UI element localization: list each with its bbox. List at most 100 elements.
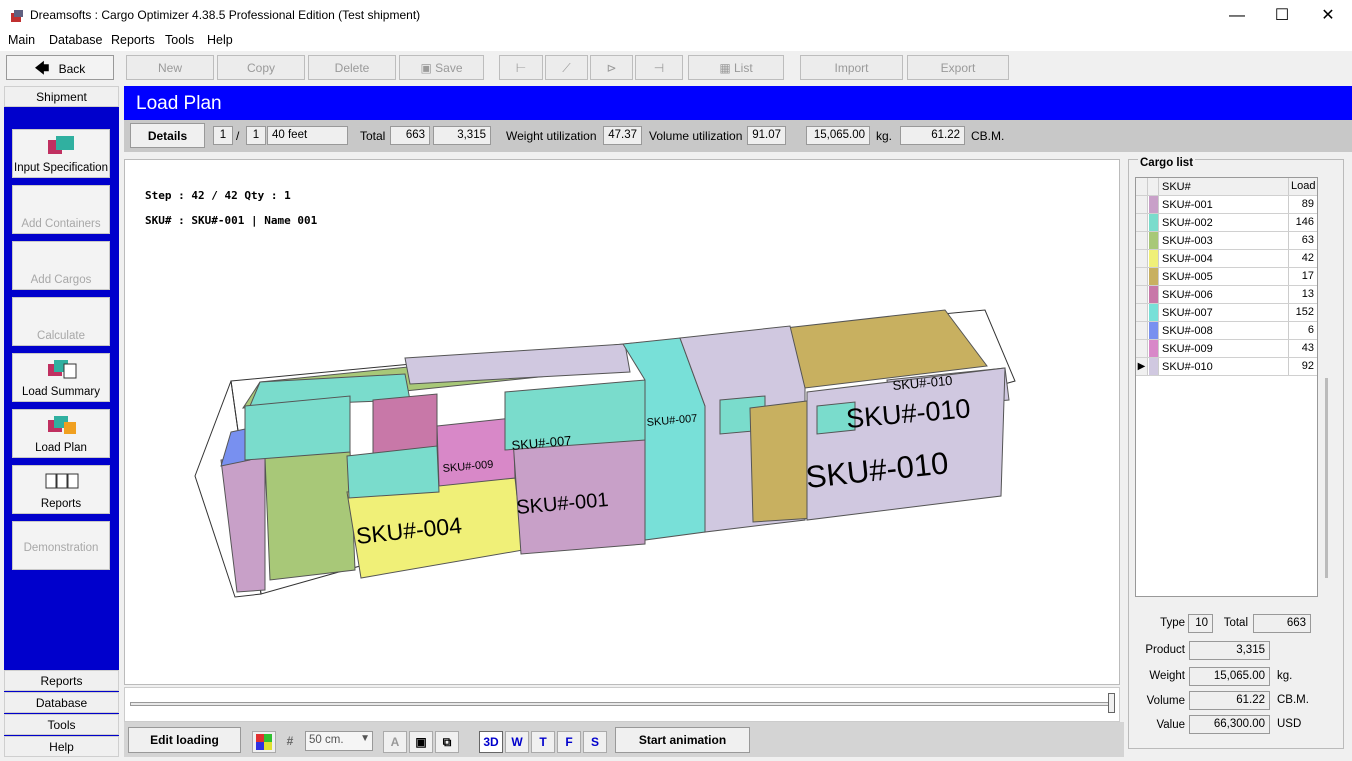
nav-add-cargos-button[interactable]: Add Cargos xyxy=(12,241,110,290)
menu-main[interactable]: Main xyxy=(8,33,35,47)
nav-section-database[interactable]: Database xyxy=(4,692,119,713)
load-summary-icon xyxy=(48,360,77,379)
row-selector[interactable] xyxy=(1136,196,1148,213)
view-front-button[interactable]: F xyxy=(557,731,581,753)
copy-icon: ⧉ xyxy=(442,735,452,749)
row-selector[interactable] xyxy=(1136,286,1148,303)
maximize-button[interactable]: ☐ xyxy=(1259,0,1305,31)
row-selector[interactable] xyxy=(1136,268,1148,285)
row-selector[interactable]: ▶ xyxy=(1136,358,1148,375)
row-color-swatch xyxy=(1149,304,1159,321)
view-3d-button[interactable]: 3D xyxy=(479,731,503,753)
value-field: 66,300.00 xyxy=(1189,715,1270,734)
nav-label: Load Summary xyxy=(22,386,100,398)
row-selector[interactable] xyxy=(1136,304,1148,321)
list-button[interactable]: ▦ List xyxy=(688,55,784,80)
table-row[interactable]: SKU#-005 17 xyxy=(1136,268,1317,286)
nav-calculate-button[interactable]: Calculate xyxy=(12,297,110,346)
next-record-button[interactable]: ⊳ xyxy=(590,55,633,80)
nav-input-specification-button[interactable]: Input Specification xyxy=(12,129,110,178)
close-button[interactable]: ✕ xyxy=(1305,0,1351,31)
row-selector[interactable] xyxy=(1136,322,1148,339)
header-sku: SKU# xyxy=(1162,181,1191,193)
table-row[interactable]: SKU#-002 146 xyxy=(1136,214,1317,232)
disk-icon: ▣ xyxy=(420,61,432,75)
status-bar xyxy=(0,757,1352,761)
nav-reports-button[interactable]: Reports xyxy=(12,465,110,514)
volume-field: 61.22 xyxy=(900,126,965,145)
minimize-button[interactable]: — xyxy=(1214,0,1260,31)
nav-label: Calculate xyxy=(37,330,85,342)
row-selector[interactable] xyxy=(1136,340,1148,357)
volume-utilization-field: 91.07 xyxy=(747,126,786,145)
weight-label-right: Weight xyxy=(1149,670,1185,682)
menu-database[interactable]: Database xyxy=(49,33,103,47)
nav-add-containers-button[interactable]: Add Containers xyxy=(12,185,110,234)
last-record-button[interactable]: ⊣ xyxy=(635,55,683,80)
header-selector xyxy=(1136,178,1148,195)
slider-thumb[interactable] xyxy=(1108,693,1115,713)
nav-section-shipment[interactable]: Shipment xyxy=(4,86,119,107)
weight-unit: kg. xyxy=(876,129,893,143)
row-selector[interactable] xyxy=(1136,232,1148,249)
container-index-field[interactable]: 1 xyxy=(213,126,233,145)
load-plan-3d-view[interactable]: Step : 42 / 42 Qty : 1 SKU# : SKU#-001 |… xyxy=(124,159,1120,685)
back-button[interactable]: 🡄 Back xyxy=(6,55,114,80)
table-row[interactable]: SKU#-007 152 xyxy=(1136,304,1317,322)
last-icon: ⊣ xyxy=(653,61,665,75)
view-top-button[interactable]: T xyxy=(531,731,555,753)
nav-section-help[interactable]: Help xyxy=(4,736,119,757)
nav-section-tools[interactable]: Tools xyxy=(4,714,119,735)
table-row[interactable]: ▶ SKU#-010 92 xyxy=(1136,358,1317,376)
menu-tools[interactable]: Tools xyxy=(165,33,194,47)
step-slider[interactable] xyxy=(124,687,1120,722)
menu-reports[interactable]: Reports xyxy=(111,33,155,47)
export-button[interactable]: Export xyxy=(907,55,1009,80)
row-load: 63 xyxy=(1288,232,1317,249)
copy-button[interactable]: Copy xyxy=(217,55,305,80)
total-label: Total xyxy=(360,129,386,143)
first-record-button[interactable]: ⊢ xyxy=(499,55,543,80)
previous-record-button[interactable]: ⟋ xyxy=(545,55,588,80)
table-row[interactable]: SKU#-001 89 xyxy=(1136,196,1317,214)
row-selector[interactable] xyxy=(1136,214,1148,231)
copy-image-button[interactable]: ⧉ xyxy=(435,731,459,753)
row-selector[interactable] xyxy=(1136,250,1148,267)
list-scrollbar[interactable] xyxy=(1325,378,1328,578)
delete-button[interactable]: Delete xyxy=(308,55,396,80)
start-animation-button[interactable]: Start animation xyxy=(615,727,750,753)
nav-label: Demonstration xyxy=(23,542,99,554)
import-button[interactable]: Import xyxy=(800,55,903,80)
save-button[interactable]: ▣ Save xyxy=(399,55,484,80)
table-row[interactable]: SKU#-004 42 xyxy=(1136,250,1317,268)
table-row[interactable]: SKU#-009 43 xyxy=(1136,340,1317,358)
total-product-field: 3,315 xyxy=(433,126,491,145)
volume-unit: CB.M. xyxy=(971,129,1005,143)
view-side-button[interactable]: S xyxy=(583,731,607,753)
new-button[interactable]: New xyxy=(126,55,214,80)
cargo-list-table[interactable]: SKU# Load SKU#-001 89 SKU#-002 146 SKU#-003 6… xyxy=(1135,177,1328,597)
color-palette-button[interactable] xyxy=(252,731,276,753)
grid-size-select[interactable]: 50 cm. ▼ xyxy=(305,731,373,751)
row-load: 17 xyxy=(1288,268,1317,285)
nav-load-summary-button[interactable]: Load Summary xyxy=(12,353,110,402)
grid-toggle-button[interactable]: # xyxy=(278,731,302,753)
nav-section-reports[interactable]: Reports xyxy=(4,670,119,691)
details-button[interactable]: Details xyxy=(130,123,205,148)
edit-loading-button[interactable]: Edit loading xyxy=(128,727,241,753)
text-label-button[interactable]: A xyxy=(383,731,407,753)
nav-demonstration-button[interactable]: Demonstration xyxy=(12,521,110,570)
save-image-button[interactable]: ▣ xyxy=(409,731,433,753)
view-width-button[interactable]: W xyxy=(505,731,529,753)
arrow-left-icon: 🡄 xyxy=(34,60,50,76)
grid-icon: # xyxy=(286,734,294,748)
row-color-swatch xyxy=(1149,250,1159,267)
table-row[interactable]: SKU#-008 6 xyxy=(1136,322,1317,340)
menu-help[interactable]: Help xyxy=(207,33,233,47)
table-row[interactable]: SKU#-003 63 xyxy=(1136,232,1317,250)
table-row[interactable]: SKU#-006 13 xyxy=(1136,286,1317,304)
nav-load-plan-button[interactable]: Load Plan xyxy=(12,409,110,458)
row-color-swatch xyxy=(1149,196,1159,213)
row-sku: SKU#-003 xyxy=(1162,235,1213,247)
row-sku: SKU#-007 xyxy=(1162,307,1213,319)
